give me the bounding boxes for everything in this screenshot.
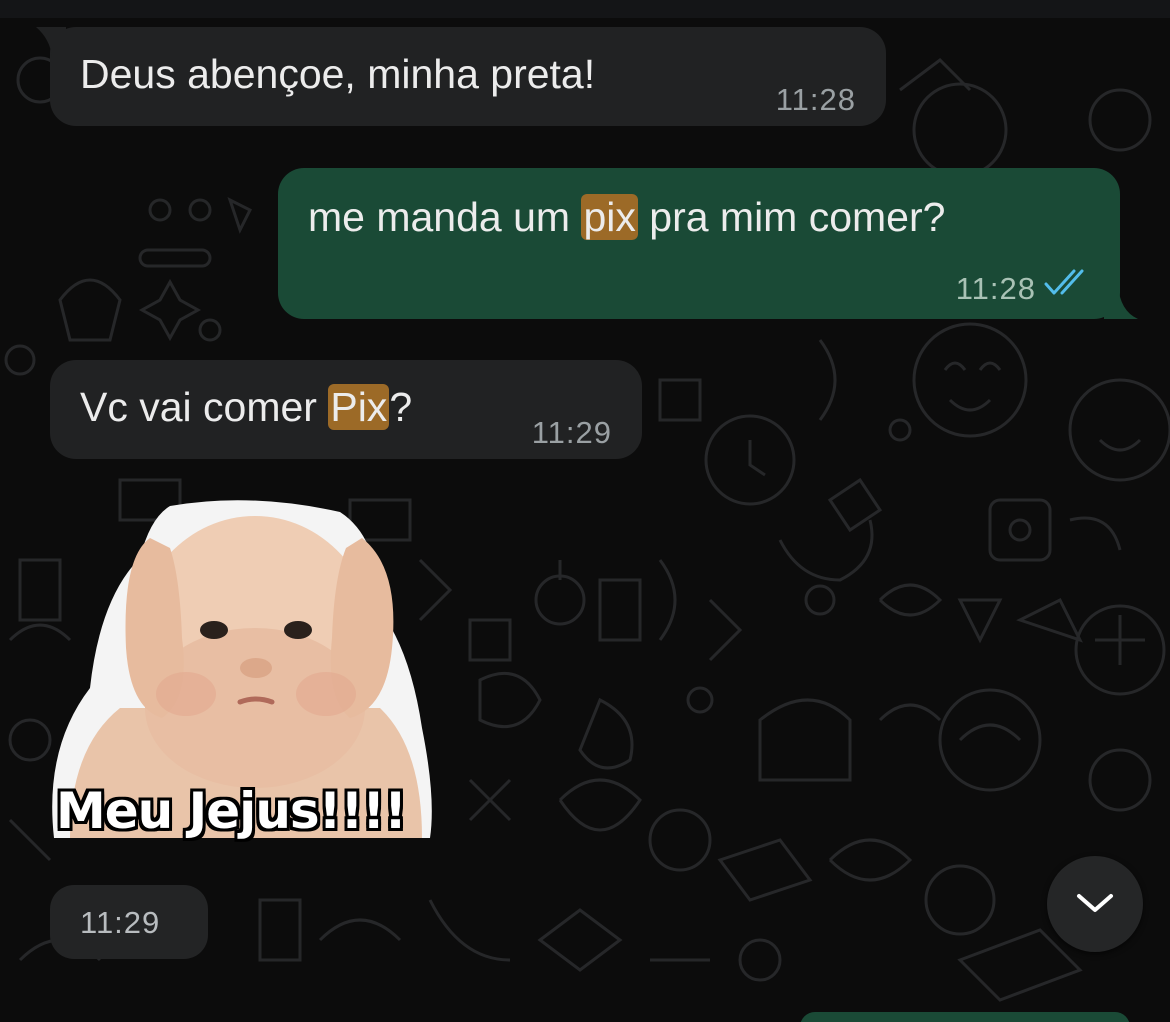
- incoming-message[interactable]: Deus abençoe, minha preta! 11:28: [36, 27, 886, 126]
- bubble-tail: [1104, 285, 1138, 319]
- message-text: me manda um pix pra mim comer?: [308, 194, 946, 240]
- sticker-caption: Meu Jejus!!!!: [56, 782, 407, 840]
- incoming-message[interactable]: Vc vai comer Pix? 11:29: [50, 360, 642, 459]
- chevron-down-icon: [1077, 894, 1113, 912]
- scroll-to-bottom-button[interactable]: [1047, 856, 1143, 952]
- outgoing-message-partial[interactable]: [800, 1012, 1130, 1022]
- message-time: 11:29: [531, 415, 612, 450]
- chat-window: Deus abençoe, minha preta! 11:28 me mand…: [0, 0, 1170, 1022]
- message-text: Deus abençoe, minha preta!: [80, 51, 596, 97]
- top-strip: [0, 0, 1170, 18]
- sticker-time-badge: 11:29: [50, 885, 208, 959]
- outgoing-message[interactable]: me manda um pix pra mim comer? 11:28: [278, 168, 1138, 319]
- search-highlight: pix: [581, 194, 638, 240]
- bubble-tail: [36, 27, 66, 57]
- double-check-read-icon: [1044, 269, 1084, 295]
- message-time: 11:29: [80, 905, 161, 940]
- message-time: 11:28: [775, 82, 856, 117]
- search-highlight: Pix: [328, 384, 390, 430]
- message-text: Vc vai comer Pix?: [80, 384, 413, 430]
- message-time: 11:28: [955, 271, 1036, 306]
